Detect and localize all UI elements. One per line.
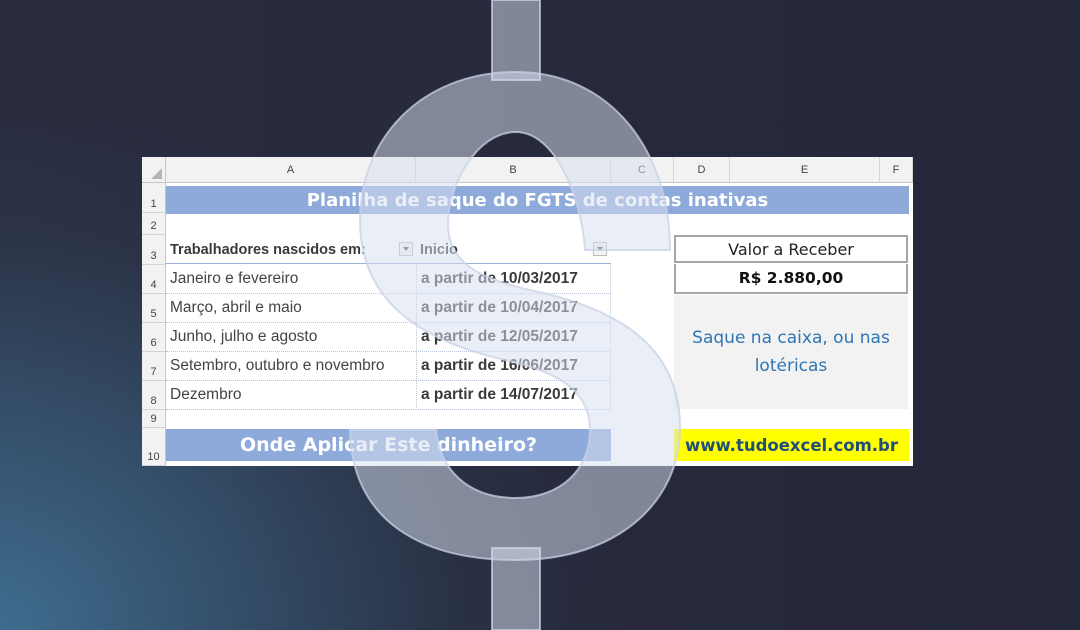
table-header-start-label: Inicio	[420, 241, 458, 258]
table-cell-birth[interactable]: Dezembro	[166, 381, 416, 410]
withdraw-note: Saque na caixa, ou nas lotéricas	[674, 295, 908, 409]
table-cell-start[interactable]: a partir de 10/03/2017	[416, 265, 611, 294]
row-header-3[interactable]: 3	[142, 235, 166, 265]
row-header-7[interactable]: 7	[142, 352, 166, 381]
table-header-start[interactable]: Inicio	[416, 236, 611, 264]
amount-value[interactable]: R$ 2.880,00	[674, 264, 908, 294]
table-cell-start[interactable]: a partir de 10/04/2017	[416, 294, 611, 323]
amount-label: Valor a Receber	[674, 235, 908, 263]
row-header-8[interactable]: 8	[142, 381, 166, 410]
row-header-6[interactable]: 6	[142, 323, 166, 352]
row-header-5[interactable]: 5	[142, 294, 166, 323]
table-header-birth[interactable]: Trabalhadores nascidos em:	[166, 236, 416, 264]
table-cell-start[interactable]: a partir de 12/05/2017	[416, 323, 611, 352]
row-header-10[interactable]: 10	[142, 428, 166, 466]
dropdown-arrow-icon[interactable]	[399, 242, 413, 256]
row-header-1[interactable]: 1	[142, 183, 166, 213]
table-header-birth-label: Trabalhadores nascidos em:	[170, 241, 366, 258]
table-cell-start[interactable]: a partir de 14/07/2017	[416, 381, 611, 410]
table-cell-start[interactable]: a partir de 16/06/2017	[416, 352, 611, 381]
select-all-corner[interactable]	[142, 157, 166, 183]
sheet-title: Planilha de saque do FGTS de contas inat…	[166, 186, 909, 214]
column-header-a[interactable]: A	[166, 157, 416, 183]
column-header-e[interactable]: E	[730, 157, 880, 183]
dropdown-arrow-icon[interactable]	[593, 242, 607, 256]
table-cell-birth[interactable]: Janeiro e fevereiro	[166, 265, 416, 294]
row-header-2[interactable]: 2	[142, 213, 166, 235]
table-cell-birth[interactable]: Setembro, outubro e novembro	[166, 352, 416, 381]
column-header-d[interactable]: D	[674, 157, 730, 183]
website-link[interactable]: www.tudoexcel.com.br	[674, 429, 909, 461]
column-header-b[interactable]: B	[416, 157, 611, 183]
spreadsheet: A B C D E F 1 2 3 4 5 6 7 8 9 10 Planilh…	[142, 157, 913, 466]
column-header-c[interactable]: C	[611, 157, 674, 183]
table-cell-birth[interactable]: Junho, julho e agosto	[166, 323, 416, 352]
column-header-f[interactable]: F	[880, 157, 913, 183]
table-cell-birth[interactable]: Março, abril e maio	[166, 294, 416, 323]
row-header-9[interactable]: 9	[142, 410, 166, 428]
select-all-triangle-icon	[151, 168, 162, 179]
row-header-4[interactable]: 4	[142, 265, 166, 294]
invest-banner: Onde Aplicar Este dinheiro?	[166, 429, 611, 461]
